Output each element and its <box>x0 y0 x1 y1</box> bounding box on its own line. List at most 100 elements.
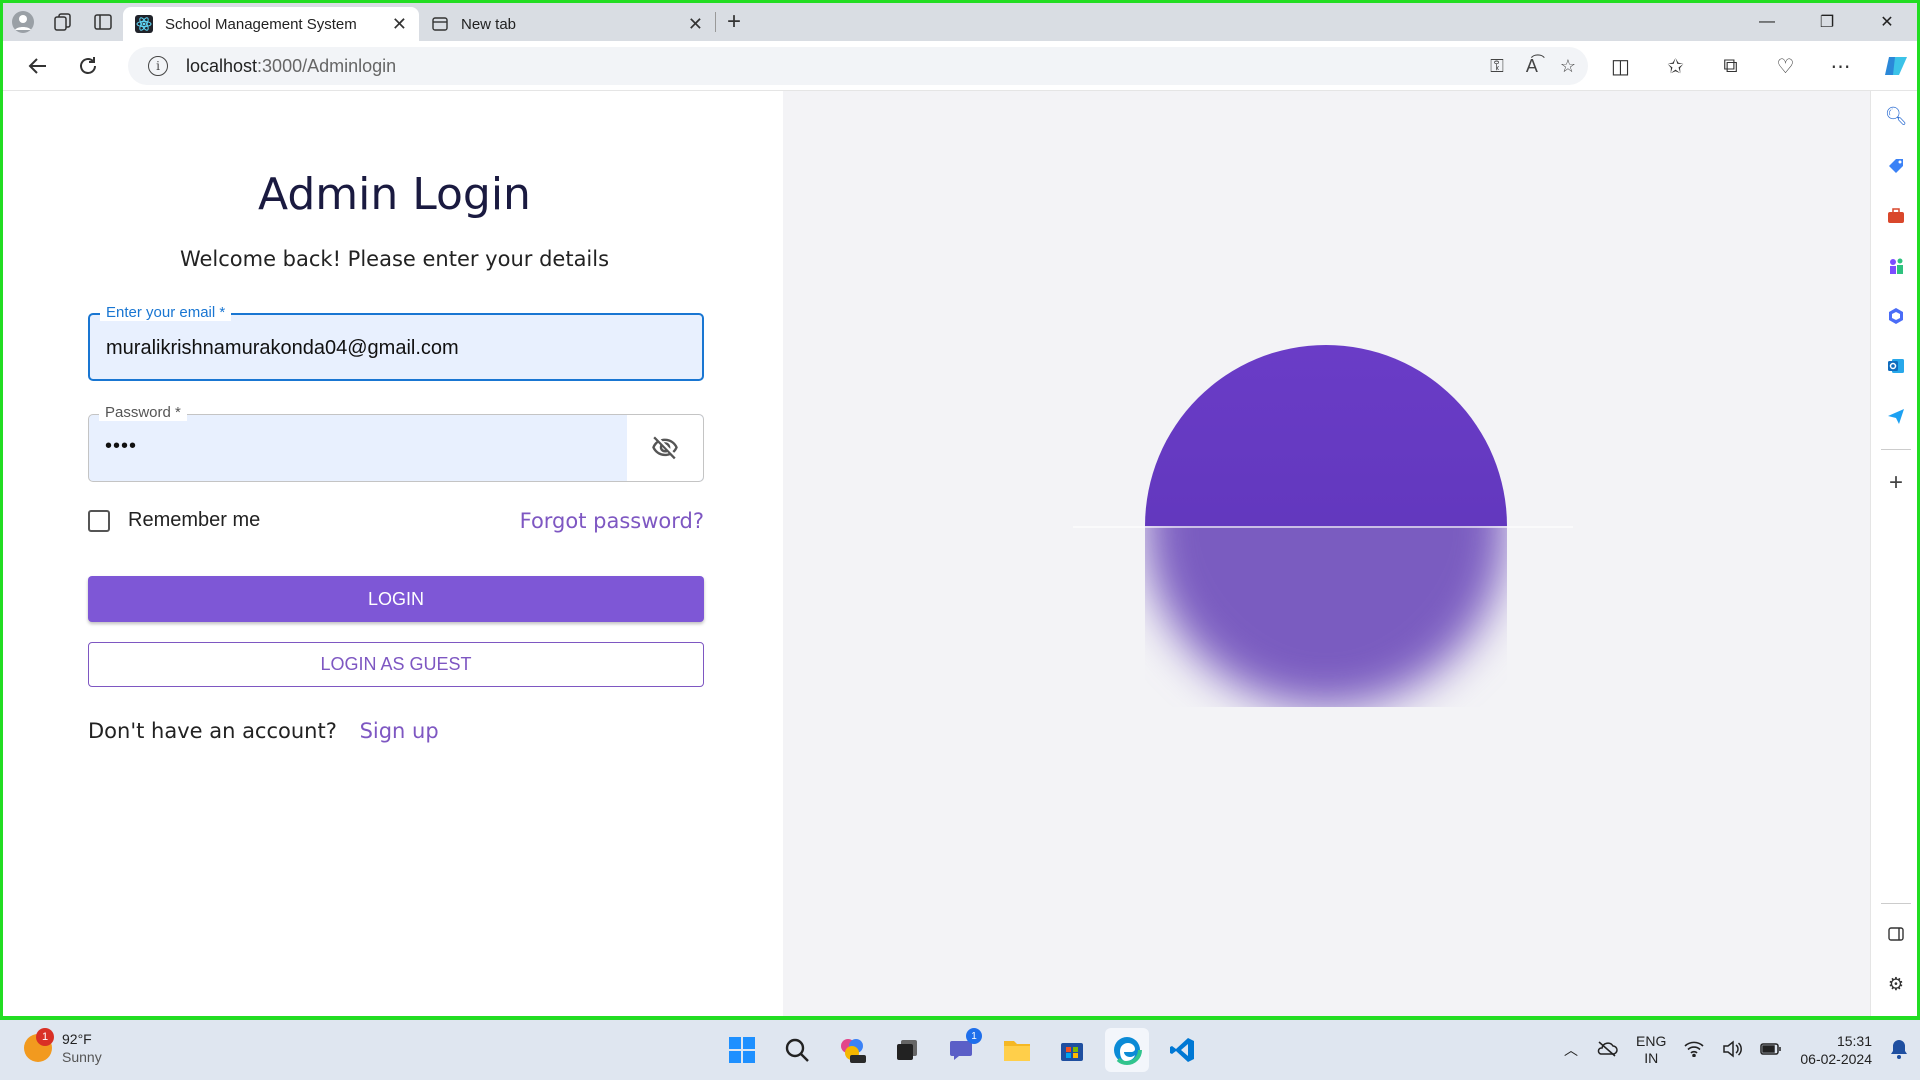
signup-row: Don't have an account? Sign up <box>88 719 439 743</box>
login-button[interactable]: LOGIN <box>88 576 704 622</box>
notification-badge: 1 <box>36 1028 54 1046</box>
weather-text: 92°F Sunny <box>62 1030 102 1066</box>
more-options-icon[interactable]: ⋯ <box>1813 41 1868 91</box>
login-panel: Admin Login Welcome back! Please enter y… <box>6 91 783 1016</box>
weather-widget[interactable]: 1 92°F Sunny <box>24 1028 102 1066</box>
remember-label: Remember me <box>128 509 261 531</box>
email-label: Enter your email * <box>100 304 232 321</box>
windows-start-icon[interactable] <box>720 1028 764 1072</box>
browser-essentials-icon[interactable]: ♡ <box>1758 41 1813 91</box>
outlook-icon[interactable] <box>1871 341 1917 391</box>
onedrive-icon[interactable] <box>1596 1040 1618 1061</box>
edge-browser-icon[interactable] <box>1105 1028 1149 1072</box>
sun-icon: 1 <box>24 1028 54 1062</box>
time: 15:31 <box>1836 1033 1872 1049</box>
lang-code: ENG <box>1636 1033 1667 1049</box>
browser-window: School Management System ✕ New tab ✕ + —… <box>0 0 1920 1020</box>
hide-sidebar-icon[interactable] <box>1871 909 1917 959</box>
signup-prompt: Don't have an account? <box>88 719 337 743</box>
search-icon[interactable]: 🔍︎ <box>1871 91 1917 141</box>
window-controls: — ❐ ✕ <box>1737 3 1917 41</box>
copilot-icon[interactable] <box>1868 41 1917 91</box>
shopping-tag-icon[interactable] <box>1871 141 1917 191</box>
new-tab-page-icon <box>431 15 449 33</box>
read-aloud-icon[interactable]: A͡ <box>1526 56 1538 77</box>
minimize-icon[interactable]: — <box>1737 3 1797 41</box>
remember-me[interactable]: Remember me <box>88 509 260 532</box>
clock[interactable]: 15:31 06-02-2024 <box>1800 1032 1872 1068</box>
address-bar[interactable]: i localhost:3000/Adminlogin ⚿ A͡ ☆ <box>128 47 1588 85</box>
workspaces-icon[interactable] <box>43 3 83 41</box>
page-title: Admin Login <box>258 169 531 220</box>
visibility-off-icon[interactable] <box>627 415 703 481</box>
url-text[interactable]: localhost:3000/Adminlogin <box>186 56 396 77</box>
tab-actions-icon[interactable] <box>83 3 123 41</box>
browser-toolbar: ◫ ✩ ⧉ ♡ ⋯ <box>1593 41 1917 91</box>
close-tab-icon[interactable]: ✕ <box>688 14 703 35</box>
system-tray: ︿ ENG IN 15:31 06-02-2024 <box>1564 1020 1908 1080</box>
teams-chat-icon[interactable]: 1 <box>940 1028 984 1072</box>
decorative-panel <box>783 91 1870 1016</box>
site-info-icon[interactable]: i <box>148 56 168 76</box>
chevron-up-icon[interactable]: ︿ <box>1564 1040 1578 1060</box>
games-icon[interactable] <box>1871 241 1917 291</box>
favorite-star-icon[interactable]: ☆ <box>1560 56 1576 77</box>
react-icon <box>135 15 153 33</box>
copilot-preview-icon[interactable] <box>830 1028 874 1072</box>
wifi-icon[interactable] <box>1684 1041 1704 1060</box>
battery-icon[interactable] <box>1760 1042 1782 1059</box>
password-field[interactable]: Password * •••• <box>88 404 704 482</box>
favorites-icon[interactable]: ✩ <box>1648 41 1703 91</box>
email-value[interactable]: muralikrishnamurakonda04@gmail.com <box>106 337 459 360</box>
settings-gear-icon[interactable]: ⚙ <box>1871 959 1917 1009</box>
glass-divider <box>1073 526 1573 528</box>
taskbar-apps: 1 <box>720 1028 1204 1072</box>
send-icon[interactable] <box>1871 391 1917 441</box>
email-field[interactable]: Enter your email * muralikrishnamurakond… <box>88 304 704 381</box>
remember-checkbox[interactable] <box>88 509 110 532</box>
region-code: IN <box>1644 1050 1659 1066</box>
tab-new-tab[interactable]: New tab ✕ <box>419 7 715 41</box>
page-content: Admin Login Welcome back! Please enter y… <box>6 91 1870 1016</box>
close-window-icon[interactable]: ✕ <box>1857 3 1917 41</box>
refresh-icon[interactable] <box>63 46 113 86</box>
search-icon[interactable] <box>775 1028 819 1072</box>
sidebar-divider <box>1881 449 1911 450</box>
notification-bell-icon[interactable] <box>1890 1039 1908 1062</box>
edge-sidebar: 🔍︎ + ⚙ <box>1870 91 1917 1016</box>
profile-icon[interactable] <box>3 3 43 41</box>
new-tab-button[interactable]: + <box>716 5 752 39</box>
language-indicator[interactable]: ENG IN <box>1636 1033 1666 1067</box>
sidebar-divider <box>1881 903 1911 904</box>
split-screen-icon[interactable]: ◫ <box>1593 41 1648 91</box>
restore-icon[interactable]: ❐ <box>1797 3 1857 41</box>
file-explorer-icon[interactable] <box>995 1028 1039 1072</box>
windows-taskbar: 1 92°F Sunny 1 ︿ ENG IN 15:31 06-02-2024 <box>0 1020 1920 1080</box>
date: 06-02-2024 <box>1800 1051 1872 1067</box>
password-label: Password * <box>99 404 187 421</box>
weather-condition: Sunny <box>62 1049 102 1065</box>
volume-icon[interactable] <box>1722 1039 1743 1061</box>
close-tab-icon[interactable]: ✕ <box>392 14 407 35</box>
add-icon[interactable]: + <box>1871 458 1917 508</box>
microsoft-store-icon[interactable] <box>1050 1028 1094 1072</box>
signup-link[interactable]: Sign up <box>360 719 439 743</box>
key-icon[interactable]: ⚿ <box>1490 56 1504 77</box>
tab-school-management[interactable]: School Management System ✕ <box>123 7 419 41</box>
microsoft-365-icon[interactable] <box>1871 291 1917 341</box>
weather-temp: 92°F <box>62 1031 92 1047</box>
navigation-bar: i localhost:3000/Adminlogin ⚿ A͡ ☆ ◫ ✩ ⧉… <box>3 41 1917 91</box>
tab-title: School Management System <box>165 15 357 33</box>
login-as-guest-button[interactable]: LOGIN AS GUEST <box>88 642 704 687</box>
password-value[interactable]: •••• <box>105 435 137 458</box>
task-view-icon[interactable] <box>885 1028 929 1072</box>
forgot-password-link[interactable]: Forgot password? <box>520 509 704 533</box>
address-bar-actions: ⚿ A͡ ☆ <box>1490 47 1576 85</box>
tab-strip: School Management System ✕ New tab ✕ + —… <box>3 3 1917 41</box>
login-subtitle: Welcome back! Please enter your details <box>179 247 610 271</box>
tab-title: New tab <box>461 15 517 33</box>
tools-icon[interactable] <box>1871 191 1917 241</box>
collections-icon[interactable]: ⧉ <box>1703 41 1758 91</box>
back-icon[interactable] <box>13 46 63 86</box>
vscode-icon[interactable] <box>1160 1028 1204 1072</box>
